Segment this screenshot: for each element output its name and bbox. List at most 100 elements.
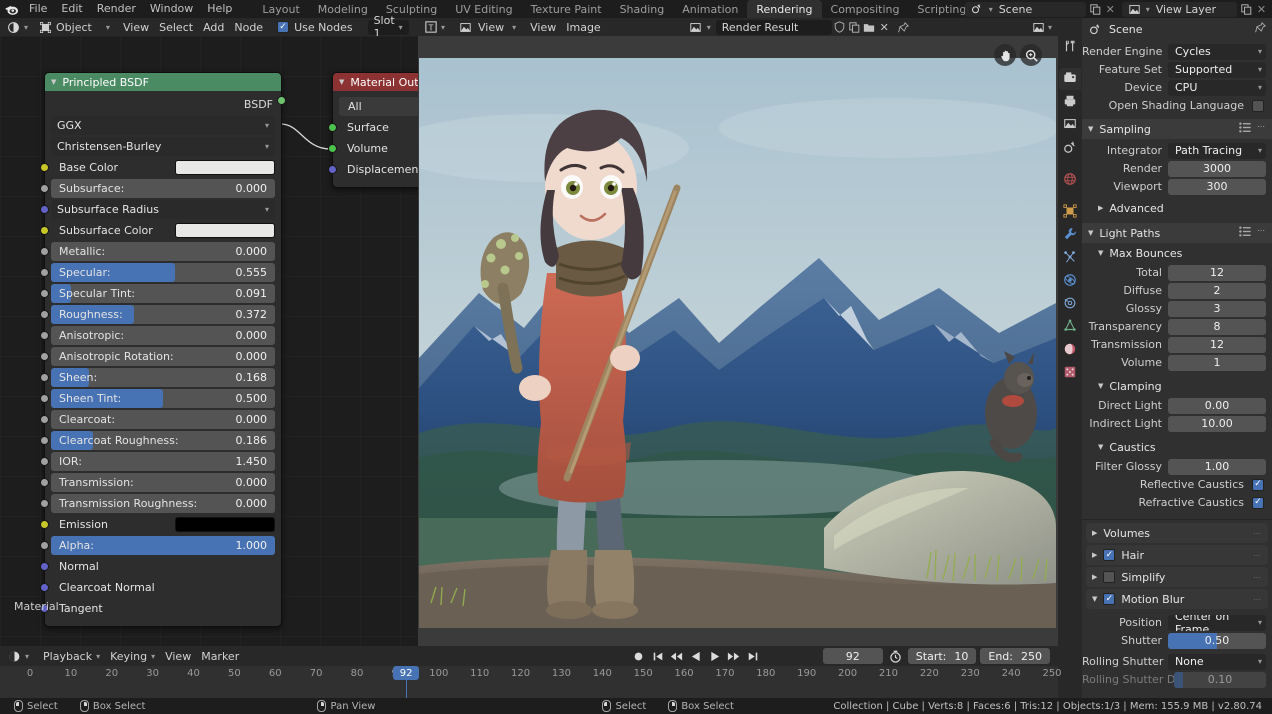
view-layer-selector[interactable]: ▾ View Layer [1121,1,1237,17]
socket-input[interactable] [40,163,49,172]
properties-tab-view-layer[interactable] [1059,114,1081,136]
triangle-down-icon[interactable]: ▼ [1088,229,1093,237]
bsdf-prop-base-color[interactable]: Base Color [40,158,275,177]
bsdf-prop-anisotropic[interactable]: Anisotropic: 0.000 [40,326,275,345]
timeline-ruler[interactable]: 0102030405060708090100110120130140150160… [0,666,1062,698]
render-result-canvas[interactable] [418,36,1058,646]
bsdf-prop-subsurface[interactable]: Subsurface: 0.000 [40,179,275,198]
render-samples-field[interactable]: 3000 [1168,160,1266,177]
socket-input[interactable] [40,352,49,361]
row-field[interactable]: 12 [1168,264,1266,281]
bsdf-prop-transmission-roughness[interactable]: Transmission Roughness: 0.000 [40,494,275,513]
panel-hair[interactable]: ▶ Hair ⋯ [1086,545,1268,565]
bsdf-prop-ior[interactable]: IOR: 1.450 [40,452,275,471]
properties-tab-data[interactable] [1059,316,1081,338]
row-field[interactable]: 1 [1168,354,1266,371]
node-canvas[interactable]: ▼ Principled BSDF BSDF GGX ▾ Christensen-B… [0,36,418,646]
workspace-tab-texture-paint[interactable]: Texture Paint [522,0,611,18]
socket-input[interactable] [40,247,49,256]
properties-tab-texture[interactable] [1059,362,1081,384]
play-icon[interactable] [706,648,723,664]
node-menu-view[interactable]: View [118,20,154,35]
node-menu-select[interactable]: Select [154,20,198,35]
workspace-tab-shading[interactable]: Shading [611,0,674,18]
editor-type-selector[interactable]: ▾ [3,19,32,35]
bsdf-prop-sheen-tint[interactable]: Sheen Tint: 0.500 [40,389,275,408]
row-field[interactable]: 2 [1168,282,1266,299]
scene-selector[interactable]: ▾ Scene [964,1,1086,17]
bsdf-prop-sheen[interactable]: Sheen: 0.168 [40,368,275,387]
panel-light-paths[interactable]: ▼ Light Paths ⋯ [1082,223,1272,243]
panel-clamping[interactable]: ▼ Clamping [1082,376,1272,396]
bsdf-prop-alpha[interactable]: Alpha: 1.000 [40,536,275,555]
image-view-mode[interactable]: View ▾ [454,19,522,35]
triangle-down-icon[interactable]: ▼ [1088,125,1093,133]
properties-tab-physics[interactable] [1059,270,1081,292]
triangle-down-icon[interactable]: ▼ [1098,382,1103,390]
socket-input[interactable] [40,205,49,214]
color-swatch[interactable] [175,223,275,238]
mb-position-dropdown[interactable]: Center on Frame ▾ [1168,614,1266,631]
slot-selector[interactable]: Slot 1 ▾ [367,14,409,40]
properties-tab-render[interactable] [1059,68,1081,90]
workspace-tab-rendering[interactable]: Rendering [747,0,822,18]
bsdf-prop-normal[interactable]: Normal [40,557,275,576]
shader-type-selector[interactable]: Object ▾ [36,19,115,35]
prev-keyframe-icon[interactable] [668,648,685,664]
panel-caustics[interactable]: ▼ Caustics [1082,437,1272,457]
socket-input[interactable] [40,310,49,319]
menu-edit[interactable]: Edit [54,0,89,18]
socket-input[interactable] [40,184,49,193]
properties-tab-modifier[interactable] [1059,224,1081,246]
workspace-tab-uv-editing[interactable]: UV Editing [446,0,521,18]
socket-input[interactable] [40,583,49,592]
bsdf-prop-subsurface-color[interactable]: Subsurface Color [40,221,275,240]
node-material-output[interactable]: ▼ Material Out All Surface Volume Displace… [328,72,418,188]
workspace-tab-animation[interactable]: Animation [673,0,747,18]
bsdf-dropdown-1[interactable]: Christensen-Burley ▾ [51,137,275,156]
node-header-material-output[interactable]: ▼ Material Out [333,73,418,91]
copy-view-layer-icon[interactable] [1239,2,1254,17]
close-icon[interactable]: ✕ [877,20,892,35]
copy-icon[interactable] [847,20,862,35]
filter-glossy-field[interactable]: 1.00 [1168,458,1266,475]
panel-motion-blur[interactable]: ▼ Motion Blur ⋯ [1086,589,1268,609]
bsdf-prop-anisotropic-rotation[interactable]: Anisotropic Rotation: 0.000 [40,347,275,366]
bsdf-prop-clearcoat-roughness[interactable]: Clearcoat Roughness: 0.186 [40,431,275,450]
socket-input[interactable] [40,436,49,445]
folder-icon[interactable] [862,20,877,35]
triangle-right-icon[interactable]: ▶ [1092,551,1097,559]
end-frame-field[interactable]: End: 250 [980,648,1050,664]
panel-simplify[interactable]: ▶ Simplify ⋯ [1086,567,1268,587]
mb-shutter-slider[interactable]: 0.50 [1168,632,1266,649]
preset-list-icon[interactable] [1239,226,1251,240]
color-swatch[interactable] [175,517,275,532]
socket-input[interactable] [40,394,49,403]
triangle-down-icon[interactable]: ▼ [339,78,344,86]
socket-input[interactable] [40,478,49,487]
panel-enable-checkbox[interactable] [1103,593,1116,605]
socket-input[interactable] [328,123,337,132]
socket-bsdf-output[interactable] [277,96,286,105]
reflective-caustics-checkbox[interactable] [1252,478,1264,491]
triangle-down-icon[interactable]: ▼ [1098,249,1103,257]
start-frame-field[interactable]: Start: 10 [907,648,977,664]
image-browse-button[interactable]: ▾ [683,19,714,35]
panel-advanced[interactable]: ▶ Advanced [1082,198,1272,218]
menu-file[interactable]: File [22,0,54,18]
triangle-down-icon[interactable]: ▼ [1092,595,1097,603]
socket-input[interactable] [40,289,49,298]
timeline-menu-playback[interactable]: Playback ▾ [38,649,105,664]
color-swatch[interactable] [175,160,275,175]
timeline-menu-marker[interactable]: Marker [196,649,244,664]
refractive-caustics-checkbox[interactable] [1252,496,1264,509]
display-channel-selector[interactable]: ▾ [1028,19,1055,35]
pan-hand-icon[interactable] [994,44,1016,66]
bsdf-prop-tangent[interactable]: Tangent [40,599,275,618]
record-icon[interactable] [630,648,647,664]
matout-input-surface[interactable]: Surface [328,118,418,137]
play-reverse-icon[interactable] [687,648,704,664]
close-scene-icon[interactable]: ✕ [1103,2,1118,17]
row-field[interactable]: 12 [1168,336,1266,353]
timeline-playhead[interactable]: 92 [393,666,420,680]
